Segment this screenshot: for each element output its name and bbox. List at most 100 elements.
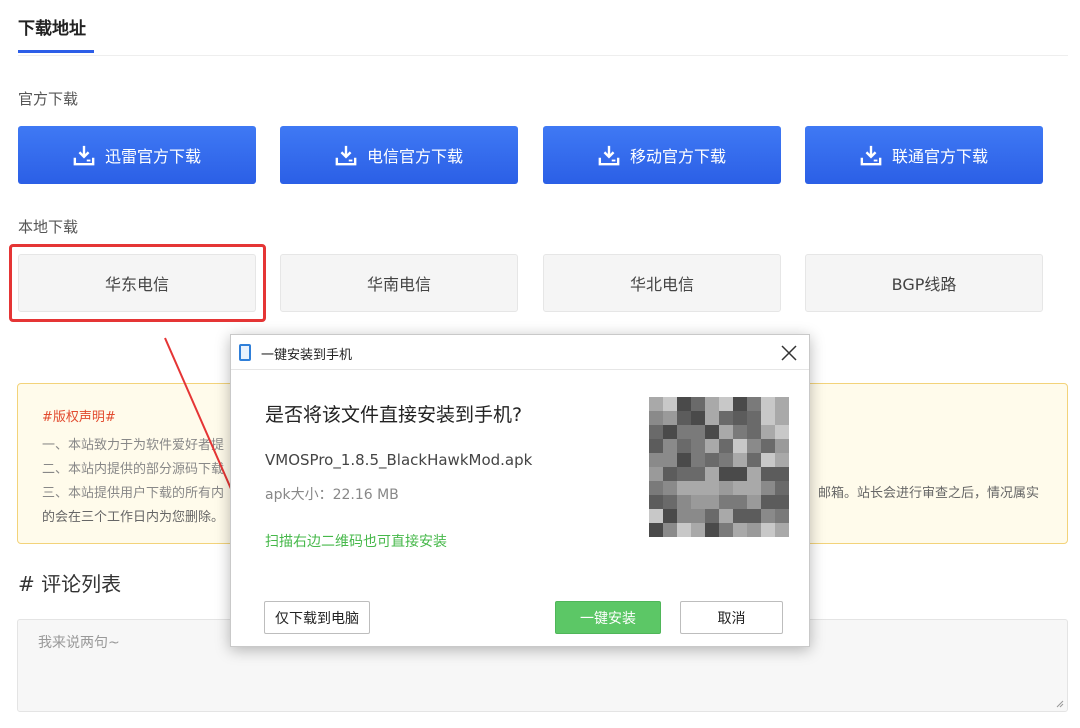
qr-pixel xyxy=(775,495,789,509)
qr-pixel xyxy=(677,425,691,439)
qr-pixel xyxy=(761,467,775,481)
tab-active-indicator xyxy=(18,50,94,53)
qr-pixel xyxy=(663,495,677,509)
qr-pixel xyxy=(733,453,747,467)
qr-pixel xyxy=(691,467,705,481)
telecom-download-button[interactable]: 电信官方下载 xyxy=(280,126,518,184)
qr-pixel xyxy=(747,411,761,425)
button-label: 联通官方下载 xyxy=(891,147,988,166)
qr-pixel xyxy=(705,523,719,537)
qr-pixel xyxy=(747,397,761,411)
dialog-titlebar: 一键安装到手机 xyxy=(231,335,809,370)
qr-pixel xyxy=(649,509,663,523)
cancel-button[interactable]: 取消 xyxy=(680,601,783,634)
qr-pixel xyxy=(761,495,775,509)
qr-pixel xyxy=(677,453,691,467)
notice-line: 的会在三个工作日内为您删除。 xyxy=(42,510,225,525)
qr-pixel xyxy=(691,523,705,537)
qr-pixel xyxy=(747,425,761,439)
qr-pixel xyxy=(691,495,705,509)
button-label: 电信官方下载 xyxy=(366,147,463,166)
qr-pixel xyxy=(733,467,747,481)
qr-pixel xyxy=(677,481,691,495)
qr-pixel xyxy=(719,509,733,523)
install-to-phone-dialog: 一键安装到手机 是否将该文件直接安装到手机? VMOSPro_1.8.5_Bla… xyxy=(230,334,810,647)
close-icon[interactable] xyxy=(779,343,799,363)
notice-title: #版权声明# xyxy=(42,410,116,425)
qr-pixel xyxy=(663,411,677,425)
qr-pixel xyxy=(761,481,775,495)
download-icon xyxy=(598,145,620,166)
qr-pixel xyxy=(677,523,691,537)
qr-pixel xyxy=(663,397,677,411)
red-highlight-box xyxy=(9,244,266,322)
dialog-heading: 是否将该文件直接安装到手机? xyxy=(265,404,523,426)
qr-pixel xyxy=(719,523,733,537)
qr-pixel xyxy=(677,411,691,425)
qr-pixel xyxy=(677,467,691,481)
one-click-install-button[interactable]: 一键安装 xyxy=(555,601,661,634)
qr-pixel xyxy=(691,453,705,467)
qr-pixel xyxy=(775,509,789,523)
qr-pixel xyxy=(733,509,747,523)
qr-pixel xyxy=(691,425,705,439)
qr-pixel xyxy=(733,411,747,425)
qr-pixel xyxy=(775,425,789,439)
download-icon xyxy=(73,145,95,166)
qr-pixel xyxy=(691,481,705,495)
resize-grip-icon[interactable] xyxy=(1054,698,1064,708)
xunlei-download-button[interactable]: 迅雷官方下载 xyxy=(18,126,256,184)
south-china-telecom-button[interactable]: 华南电信 xyxy=(280,254,518,312)
qr-pixel xyxy=(649,397,663,411)
qr-pixel xyxy=(761,397,775,411)
qr-pixel xyxy=(649,453,663,467)
qr-pixel xyxy=(775,467,789,481)
tab-download-address[interactable]: 下载地址 xyxy=(18,14,86,39)
qr-pixel xyxy=(719,425,733,439)
qr-pixel xyxy=(747,481,761,495)
qr-pixel xyxy=(705,467,719,481)
tab-bar: 下载地址 xyxy=(18,0,1068,56)
qr-pixel xyxy=(719,467,733,481)
qr-pixel xyxy=(775,397,789,411)
qr-pixel xyxy=(663,467,677,481)
qr-pixel xyxy=(761,411,775,425)
qr-pixel xyxy=(719,481,733,495)
qr-pixel xyxy=(719,439,733,453)
qr-pixel xyxy=(761,439,775,453)
mobile-download-button[interactable]: 移动官方下载 xyxy=(543,126,781,184)
download-to-pc-button[interactable]: 仅下载到电脑 xyxy=(264,601,370,634)
qr-pixel xyxy=(775,523,789,537)
notice-line: 二、本站内提供的部分源码下载 xyxy=(42,462,225,477)
qr-code-pixels xyxy=(649,397,789,537)
qr-pixel xyxy=(733,439,747,453)
qr-pixel xyxy=(663,509,677,523)
qr-pixel xyxy=(733,425,747,439)
comment-placeholder: 我来说两句~ xyxy=(38,635,120,651)
download-icon xyxy=(860,145,882,166)
qr-pixel xyxy=(775,481,789,495)
qr-pixel xyxy=(747,467,761,481)
qr-pixel xyxy=(649,495,663,509)
bgp-line-button[interactable]: BGP线路 xyxy=(805,254,1043,312)
qr-pixel xyxy=(677,509,691,523)
qr-pixel xyxy=(747,453,761,467)
notice-line: 三、本站提供用户下载的所有内 xyxy=(42,486,225,501)
download-icon xyxy=(335,145,357,166)
north-china-telecom-button[interactable]: 华北电信 xyxy=(543,254,781,312)
unicom-download-button[interactable]: 联通官方下载 xyxy=(805,126,1043,184)
qr-code-image xyxy=(634,397,789,537)
qr-pixel xyxy=(663,523,677,537)
qr-pixel xyxy=(705,439,719,453)
qr-pixel xyxy=(747,523,761,537)
comments-title: # 评论列表 xyxy=(18,572,122,596)
qr-pixel xyxy=(677,397,691,411)
qr-pixel xyxy=(705,481,719,495)
qr-pixel xyxy=(649,523,663,537)
qr-pixel xyxy=(705,495,719,509)
qr-pixel xyxy=(733,397,747,411)
qr-pixel xyxy=(691,509,705,523)
qr-pixel xyxy=(705,397,719,411)
qr-pixel xyxy=(719,495,733,509)
qr-pixel xyxy=(649,411,663,425)
